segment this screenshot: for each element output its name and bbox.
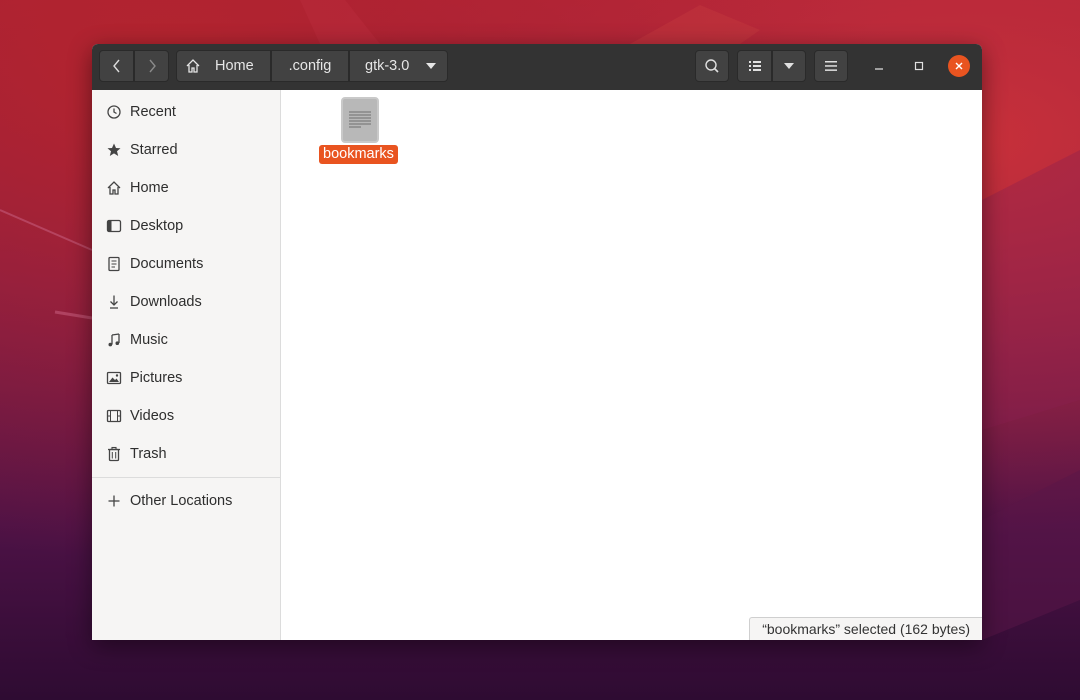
- forward-button[interactable]: [134, 50, 169, 82]
- sidebar-item-desktop[interactable]: Desktop: [92, 207, 280, 245]
- document-icon: [106, 256, 122, 272]
- sidebar-item-label: Downloads: [130, 294, 202, 310]
- hamburger-menu-icon: [825, 61, 837, 71]
- sidebar-item-recent[interactable]: Recent: [92, 93, 280, 131]
- close-icon: [955, 62, 963, 70]
- video-icon: [106, 408, 122, 424]
- sidebar-item-trash[interactable]: Trash: [92, 435, 280, 473]
- trash-icon: [106, 446, 122, 462]
- file-view[interactable]: bookmarks: [281, 90, 982, 640]
- main-menu-button[interactable]: [814, 50, 848, 82]
- sidebar-item-downloads[interactable]: Downloads: [92, 283, 280, 321]
- home-icon: [106, 180, 122, 196]
- sidebar-item-home[interactable]: Home: [92, 169, 280, 207]
- sidebar-divider: [92, 477, 280, 478]
- sidebar-item-videos[interactable]: Videos: [92, 397, 280, 435]
- breadcrumb-home[interactable]: Home: [176, 50, 271, 82]
- sidebar-item-label: Music: [130, 332, 168, 348]
- sidebar-item-label: Recent: [130, 104, 176, 120]
- back-button[interactable]: [99, 50, 134, 82]
- clock-icon: [106, 104, 122, 120]
- sidebar-item-label: Videos: [130, 408, 175, 424]
- sidebar-item-label: Home: [130, 180, 169, 196]
- sidebar-item-label: Trash: [130, 446, 167, 462]
- breadcrumb-label: .config: [288, 58, 332, 74]
- sidebar-item-label: Other Locations: [130, 493, 233, 509]
- breadcrumb-label: gtk-3.0: [365, 58, 410, 74]
- sidebar-item-label: Pictures: [130, 370, 183, 386]
- desktop-icon: [106, 218, 122, 234]
- home-icon: [186, 59, 200, 73]
- music-icon: [106, 332, 122, 348]
- caret-down-icon[interactable]: [425, 62, 437, 70]
- view-toggle-button[interactable]: [737, 50, 772, 82]
- breadcrumb-gtk[interactable]: gtk-3.0: [349, 50, 448, 82]
- sidebar-item-other-locations[interactable]: Other Locations: [92, 482, 280, 520]
- chevron-left-icon: [112, 59, 120, 73]
- list-view-icon: [748, 61, 761, 71]
- star-icon: [106, 142, 122, 158]
- sidebar-item-pictures[interactable]: Pictures: [92, 359, 280, 397]
- maximize-icon: [914, 61, 924, 71]
- text-file-icon[interactable]: [341, 97, 379, 143]
- view-options-button[interactable]: [772, 50, 806, 82]
- sidebar-item-label: Starred: [130, 142, 178, 158]
- sidebar-item-music[interactable]: Music: [92, 321, 280, 359]
- sidebar-item-starred[interactable]: Starred: [92, 131, 280, 169]
- breadcrumb-config[interactable]: .config: [271, 50, 349, 82]
- places-sidebar: Recent Starred Home Desktop Documents Do…: [92, 90, 281, 640]
- chevron-right-icon: [148, 59, 156, 73]
- picture-icon: [106, 370, 122, 386]
- header-bar: Home .config gtk-3.0: [92, 44, 982, 91]
- sidebar-item-documents[interactable]: Documents: [92, 245, 280, 283]
- breadcrumb-label: Home: [215, 58, 254, 74]
- minimize-button[interactable]: [868, 55, 890, 77]
- text-lines-icon: [349, 111, 371, 128]
- status-bar: “bookmarks” selected (162 bytes): [749, 617, 982, 640]
- plus-icon: [106, 493, 122, 509]
- caret-down-icon: [784, 63, 794, 69]
- maximize-button[interactable]: [908, 55, 930, 77]
- search-button[interactable]: [695, 50, 729, 82]
- file-name-label[interactable]: bookmarks: [319, 145, 398, 164]
- minimize-icon: [875, 68, 883, 70]
- search-icon: [705, 59, 719, 73]
- close-button[interactable]: [948, 55, 970, 77]
- sidebar-item-label: Desktop: [130, 218, 184, 234]
- download-icon: [106, 294, 122, 310]
- sidebar-item-label: Documents: [130, 256, 204, 272]
- file-manager-window: Home .config gtk-3.0 Recent Starred Home…: [92, 44, 982, 640]
